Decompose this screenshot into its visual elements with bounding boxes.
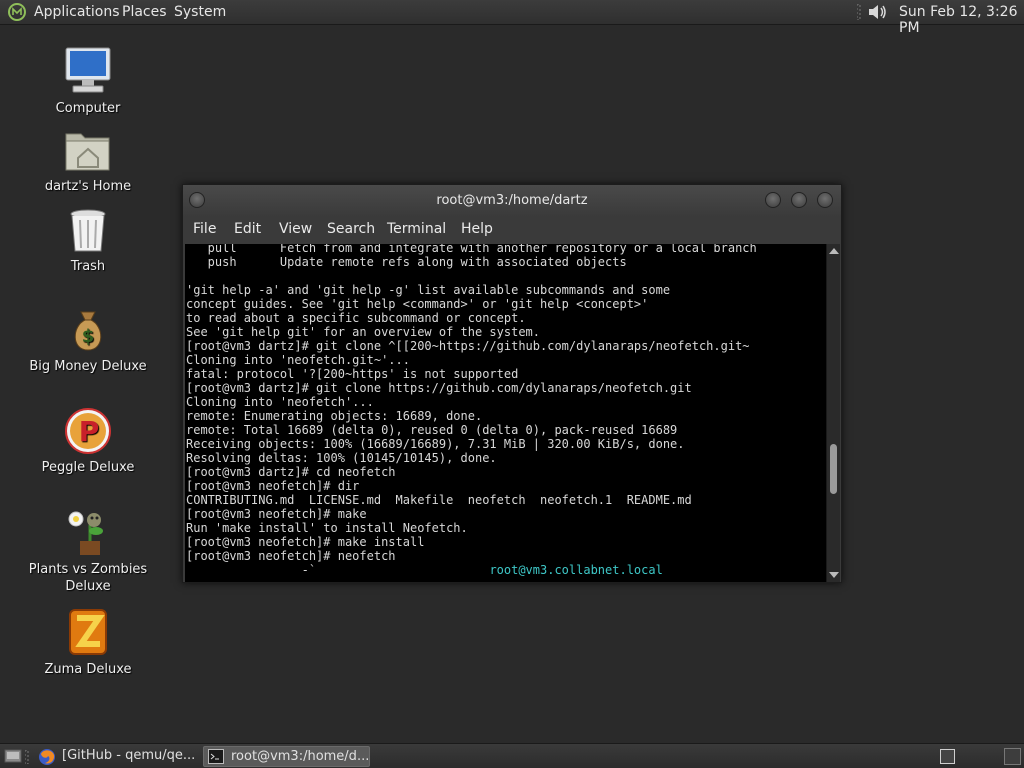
plants-vs-zombies-icon (68, 511, 103, 555)
terminal-line: 'git help -a' and 'git help -g' list ava… (186, 283, 671, 297)
home-folder-icon (65, 133, 110, 171)
scroll-down-arrow-icon[interactable] (829, 572, 839, 578)
svg-text:$: $ (82, 326, 95, 347)
terminal-window[interactable]: root@vm3:/home/dartz File Edit View Sear… (182, 184, 842, 583)
terminal-line: See 'git help git' for an overview of th… (186, 325, 541, 339)
terminal-line: [root@vm3 dartz]# cd neofetch (186, 465, 396, 479)
desktop-icon-zuma[interactable]: Zuma Deluxe (8, 607, 168, 678)
applications-menu[interactable]: Applications (34, 4, 120, 20)
desktop-icon-peggle[interactable]: P Peggle Deluxe (8, 407, 168, 476)
desktop-icon-home[interactable]: dartz's Home (8, 128, 168, 195)
minimize-button[interactable] (765, 192, 781, 208)
terminal-line: remote: Total 16689 (delta 0), reused 0 … (186, 423, 678, 437)
desktop-icon-label: Zuma Deluxe (44, 662, 132, 677)
trash-icon (70, 209, 106, 252)
terminal-line: fatal: protocol '?[200~https' is not sup… (186, 367, 519, 381)
desktop-icon-big-money[interactable]: $ Big Money Deluxe (8, 308, 168, 375)
terminal-line: Resolving deltas: 100% (10145/10145), do… (186, 451, 497, 465)
terminal-line: pull Fetch from and integrate with anoth… (186, 244, 757, 255)
terminal-line: [root@vm3 neofetch]# make (186, 507, 367, 521)
menu-search[interactable]: Search (327, 221, 375, 237)
svg-text:P: P (79, 415, 100, 448)
terminal-icon (208, 749, 224, 766)
trash-applet-button[interactable] (1004, 748, 1021, 765)
bottom-panel: [GitHub - qemu/qe... root@vm3:/home/d... (0, 743, 1024, 768)
terminal-line: CONTRIBUTING.md LICENSE.md Makefile neof… (186, 493, 692, 507)
top-panel: Applications Places System Sun Feb 12, 3… (0, 0, 1024, 36)
terminal-line: Run 'make install' to install Neofetch. (186, 521, 468, 535)
scrollbar-thumb[interactable] (830, 444, 837, 494)
menu-view[interactable]: View (279, 221, 312, 237)
panel-handle-icon (24, 749, 29, 768)
menu-file[interactable]: File (193, 221, 216, 237)
taskbar-item-terminal[interactable]: root@vm3:/home/d... (203, 746, 370, 767)
terminal-line: push Update remote refs along with assoc… (186, 255, 627, 269)
desktop-icon-computer[interactable]: Computer (8, 46, 168, 117)
window-title: root@vm3:/home/dartz (436, 193, 588, 208)
desktop-icon-trash[interactable]: Trash (8, 208, 168, 275)
terminal-line: [root@vm3 neofetch]# neofetch (186, 549, 396, 563)
desktop-icon-plants-vs-zombies[interactable]: Plants vs Zombies Deluxe (8, 507, 168, 595)
terminal-line: to read about a specific subcommand or c… (186, 311, 526, 325)
panel-handle-icon (856, 3, 861, 24)
terminal-line: -` root@vm3.collabnet.local (186, 563, 757, 577)
terminal-line: Cloning into 'neofetch'... (186, 395, 374, 409)
taskbar-item-label: [GitHub - qemu/qe... (62, 748, 196, 763)
desktop-icon-label: Plants vs Zombies Deluxe (28, 562, 148, 594)
taskbar-item-label: root@vm3:/home/d... (231, 749, 370, 764)
desktop-icon-label: dartz's Home (44, 179, 132, 194)
terminal-output[interactable]: pull Fetch from and integrate with anoth… (185, 244, 826, 582)
maximize-button[interactable] (791, 192, 807, 208)
menu-terminal[interactable]: Terminal (387, 221, 446, 237)
terminal-line: [root@vm3 neofetch]# dir (186, 479, 360, 493)
terminal-line: Cloning into 'neofetch.git~'... (186, 353, 410, 367)
system-menu[interactable]: System (174, 4, 226, 20)
terminal-line: [root@vm3 dartz]# git clone ^[[200~https… (186, 339, 750, 353)
volume-icon[interactable] (867, 2, 889, 26)
terminal-line: concept guides. See 'git help <command>'… (186, 297, 649, 311)
menu-help[interactable]: Help (461, 221, 493, 237)
neofetch-ascii: -` (186, 563, 490, 577)
terminal-line: [root@vm3 dartz]# git clone https://gith… (186, 381, 692, 395)
desktop-icon-label: Trash (70, 259, 106, 274)
firefox-icon (38, 748, 56, 767)
peggle-icon: P (65, 408, 111, 454)
taskbar-item-firefox[interactable]: [GitHub - qemu/qe... (34, 746, 200, 767)
terminal-text: pull Fetch from and integrate with anoth… (186, 244, 757, 577)
window-titlebar[interactable]: root@vm3:/home/dartz (183, 185, 841, 217)
computer-icon (65, 47, 111, 93)
terminal-line: Receiving objects: 100% (16689/16689), 7… (186, 437, 685, 451)
desktop-icon-label: Big Money Deluxe (29, 359, 147, 374)
terminal-line: [root@vm3 neofetch]# make install (186, 535, 425, 549)
scroll-up-arrow-icon[interactable] (829, 248, 839, 254)
workspace-switcher[interactable] (940, 749, 955, 764)
zuma-icon (69, 609, 107, 655)
terminal-line: remote: Enumerating objects: 16689, done… (186, 409, 483, 423)
close-button[interactable] (817, 192, 833, 208)
mate-logo-icon[interactable] (7, 3, 27, 25)
show-desktop-icon[interactable] (4, 748, 22, 768)
menu-edit[interactable]: Edit (234, 221, 261, 237)
clock[interactable]: Sun Feb 12, 3:26 PM (899, 4, 1024, 36)
terminal-menubar: File Edit View Search Terminal Help (183, 217, 841, 243)
desktop-icon-label: Peggle Deluxe (41, 460, 135, 475)
terminal-scrollbar[interactable] (826, 244, 840, 582)
money-bag-icon: $ (74, 311, 102, 351)
desktop-icon-label: Computer (55, 101, 121, 116)
places-menu[interactable]: Places (122, 4, 167, 20)
neofetch-host: root@vm3.collabnet.local (489, 563, 663, 577)
